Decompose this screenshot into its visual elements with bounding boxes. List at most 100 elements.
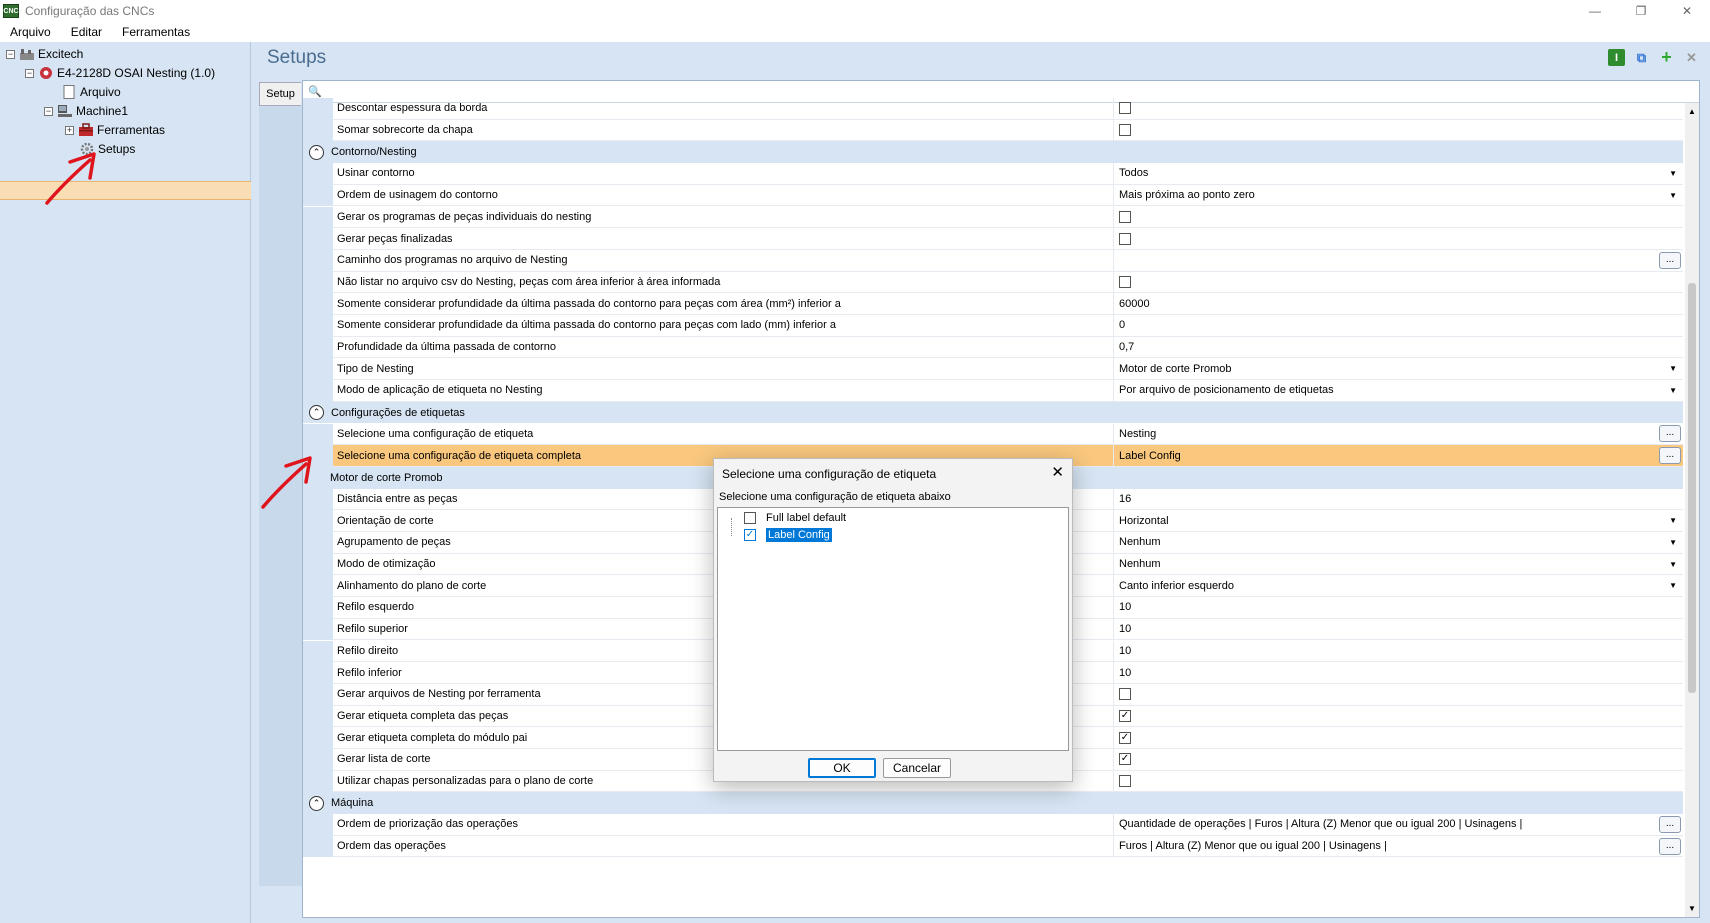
property-value[interactable]: Label Config... (1113, 445, 1683, 467)
checkbox-checked[interactable]: ✓ (1119, 753, 1131, 766)
scrollbar-thumb[interactable] (1688, 283, 1696, 693)
property-value[interactable] (1113, 98, 1683, 120)
property-value[interactable] (1113, 206, 1683, 229)
checkbox[interactable] (1119, 232, 1131, 245)
list-item-label-config[interactable]: ✓ Label Config (744, 528, 832, 542)
add-icon[interactable]: + (1658, 47, 1675, 67)
property-row[interactable]: Selecione uma configuração de etiqueta Ne… (303, 423, 1683, 446)
property-value[interactable] (1113, 119, 1683, 142)
property-row[interactable]: Não listar no arquivo csv do Nesting, pe… (303, 271, 1683, 294)
property-row[interactable]: Modo de aplicação de etiqueta no Nesting… (303, 380, 1683, 402)
menu-editar[interactable]: Editar (61, 25, 112, 39)
vertical-scrollbar[interactable]: ▲ ▼ (1685, 103, 1699, 917)
property-value[interactable]: Por arquivo de posicionamento de etiquet… (1113, 380, 1683, 402)
property-value[interactable]: 10 (1113, 597, 1683, 619)
ellipsis-button[interactable]: ... (1659, 447, 1681, 465)
checkbox[interactable] (1119, 102, 1131, 115)
property-value[interactable]: Furos | Altura (Z) Menor que ou igual 20… (1113, 835, 1683, 858)
property-value[interactable]: Nesting... (1113, 423, 1683, 446)
collapse-icon[interactable]: − (44, 106, 53, 116)
property-value[interactable]: 0 (1113, 315, 1683, 337)
dropdown-arrow-icon[interactable]: ▼ (1669, 364, 1677, 373)
close-icon[interactable]: ✕ (1683, 49, 1700, 66)
property-value[interactable]: 10 (1113, 662, 1683, 684)
ok-button[interactable]: OK (808, 758, 876, 778)
property-value[interactable]: 16 (1113, 488, 1683, 511)
property-value[interactable]: Mais próxima ao ponto zero ▼ (1113, 184, 1683, 207)
checkbox-checked[interactable]: ✓ (744, 529, 756, 541)
property-row[interactable]: Somente considerar profundidade da últim… (303, 315, 1683, 337)
property-value[interactable]: ✓ (1113, 727, 1683, 749)
collapse-icon[interactable]: − (6, 49, 15, 59)
property-row[interactable]: Ordem de usinagem do contorno Mais próxim… (303, 184, 1683, 207)
menu-ferramentas[interactable]: Ferramentas (112, 25, 200, 39)
tree-node-ferramentas[interactable]: + Ferramentas (65, 121, 165, 139)
property-value[interactable]: 0,7 (1113, 336, 1683, 359)
checkbox-checked[interactable]: ✓ (1119, 731, 1131, 744)
dropdown-arrow-icon[interactable]: ▼ (1669, 538, 1677, 547)
collapse-category-icon[interactable]: ⌃ (309, 405, 324, 421)
ellipsis-button[interactable]: ... (1659, 251, 1681, 269)
property-value[interactable]: ✓ (1113, 749, 1683, 771)
property-value[interactable]: 60000 (1113, 293, 1683, 315)
property-row[interactable]: Descontar espessura da borda (303, 98, 1683, 120)
dropdown-arrow-icon[interactable]: ▼ (1669, 581, 1677, 590)
tab-setup[interactable]: Setup (259, 82, 301, 106)
property-value[interactable] (1113, 683, 1683, 706)
property-value[interactable]: 10 (1113, 640, 1683, 663)
dropdown-arrow-icon[interactable]: ▼ (1669, 560, 1677, 569)
property-row[interactable]: Ordem das operações Furos | Altura (Z) Me… (303, 835, 1683, 858)
property-row[interactable]: Gerar peças finalizadas (303, 228, 1683, 250)
dropdown-arrow-icon[interactable]: ▼ (1669, 191, 1677, 200)
property-row[interactable]: Ordem de priorização das operações Quanti… (303, 814, 1683, 836)
minimize-icon[interactable]: — (1572, 0, 1618, 22)
collapse-icon[interactable]: − (25, 68, 34, 78)
cancel-button[interactable]: Cancelar (883, 758, 951, 778)
ellipsis-button[interactable]: ... (1659, 837, 1681, 855)
dropdown-arrow-icon[interactable]: ▼ (1669, 386, 1677, 395)
collapse-category-icon[interactable]: ⌃ (309, 795, 324, 811)
tree-node-arquivo[interactable]: Arquivo (61, 83, 121, 101)
info-icon[interactable]: I (1608, 49, 1625, 66)
tree-node-excitech[interactable]: − Excitech (6, 45, 83, 63)
copy-icon[interactable]: ⧉ (1633, 49, 1650, 66)
property-value[interactable] (1113, 271, 1683, 294)
maximize-icon[interactable]: ❐ (1618, 0, 1664, 22)
checkbox[interactable] (1119, 124, 1131, 137)
property-value[interactable] (1113, 228, 1683, 250)
property-value[interactable]: Todos ▼ (1113, 163, 1683, 185)
dropdown-arrow-icon[interactable]: ▼ (1669, 169, 1677, 178)
menu-arquivo[interactable]: Arquivo (0, 25, 61, 39)
expand-icon[interactable]: + (65, 125, 74, 135)
list-item-full-label-default[interactable]: Full label default (744, 512, 846, 524)
scroll-up-icon[interactable]: ▲ (1688, 107, 1696, 116)
dropdown-arrow-icon[interactable]: ▼ (1669, 516, 1677, 525)
checkbox[interactable] (1119, 210, 1131, 223)
property-value[interactable]: Motor de corte Promob ▼ (1113, 358, 1683, 381)
property-row[interactable]: Profundidade da última passada de contor… (303, 336, 1683, 359)
close-icon[interactable]: ✕ (1051, 463, 1064, 481)
property-value[interactable]: Canto inferior esquerdo ▼ (1113, 575, 1683, 598)
checkbox[interactable] (744, 512, 756, 524)
property-value[interactable]: Nenhum ▼ (1113, 553, 1683, 576)
checkbox[interactable] (1119, 688, 1131, 701)
property-row[interactable]: Tipo de Nesting Motor de corte Promob ▼ (303, 358, 1683, 381)
property-value[interactable]: Quantidade de operações | Furos | Altura… (1113, 814, 1683, 836)
property-value[interactable]: Nenhum ▼ (1113, 532, 1683, 554)
property-row[interactable]: Caminho dos programas no arquivo de Nest… (303, 249, 1683, 272)
ellipsis-button[interactable]: ... (1659, 425, 1681, 443)
checkbox[interactable] (1119, 275, 1131, 288)
tree-node-machine[interactable]: − E4-2128D OSAI Nesting (1.0) (25, 64, 215, 82)
property-row[interactable]: Gerar os programas de peças individuais … (303, 206, 1683, 229)
checkbox[interactable] (1119, 775, 1131, 788)
tree-node-machine1[interactable]: − Machine1 (44, 102, 128, 120)
property-row[interactable]: Somente considerar profundidade da últim… (303, 293, 1683, 315)
property-value[interactable]: Horizontal ▼ (1113, 510, 1683, 532)
checkbox-checked[interactable]: ✓ (1119, 709, 1131, 722)
property-row[interactable]: Somar sobrecorte da chapa (303, 119, 1683, 142)
ellipsis-button[interactable]: ... (1659, 815, 1681, 833)
property-row[interactable]: Usinar contorno Todos ▼ (303, 163, 1683, 185)
property-value[interactable] (1113, 770, 1683, 793)
property-value[interactable]: ... (1113, 249, 1683, 272)
close-icon[interactable]: ✕ (1664, 0, 1710, 22)
